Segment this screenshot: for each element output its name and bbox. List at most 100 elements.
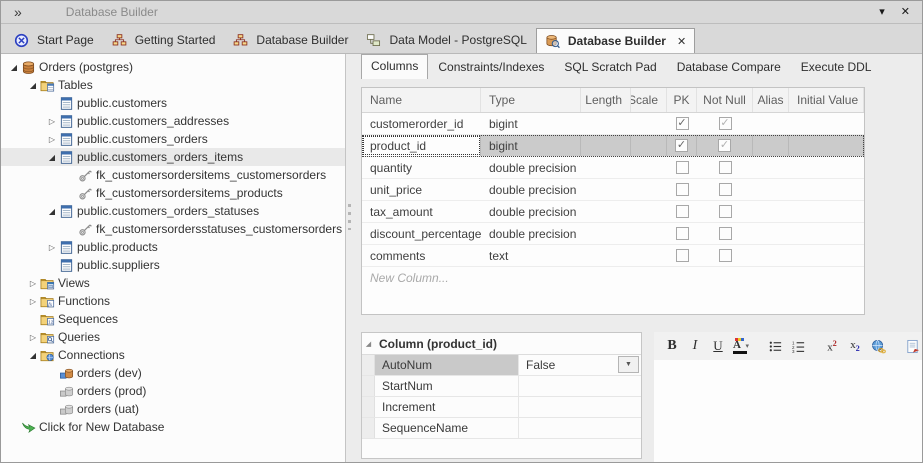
column-row-tax-amount[interactable]: tax_amountdouble precision [362, 201, 864, 223]
length-cell[interactable] [581, 179, 631, 200]
type-cell[interactable]: text [481, 245, 581, 266]
insert-document-button[interactable] [902, 336, 922, 357]
expand-icon[interactable]: ▷ [26, 297, 40, 306]
scale-cell[interactable] [631, 135, 667, 156]
tree-item-tables[interactable]: ◢Tables [1, 76, 345, 94]
tab-database-compare[interactable]: Database Compare [667, 56, 791, 79]
length-cell[interactable] [581, 135, 631, 156]
property-row-autonum[interactable]: AutoNumFalse▼ [362, 355, 641, 376]
new-column-row[interactable]: New Column... [362, 267, 864, 289]
alias-cell[interactable] [753, 135, 789, 156]
type-cell[interactable]: double precision [481, 201, 581, 222]
length-cell[interactable] [581, 113, 631, 134]
doc-tab-getting-started[interactable]: Getting Started [103, 27, 225, 53]
checked-checkbox[interactable] [719, 117, 732, 130]
column-row-unit-price[interactable]: unit_pricedouble precision [362, 179, 864, 201]
scale-cell[interactable] [631, 179, 667, 200]
expand-icon[interactable]: ▷ [45, 243, 59, 252]
property-value[interactable] [519, 376, 641, 396]
name-cell[interactable]: customerorder_id [362, 113, 481, 134]
numbered-list-button[interactable]: 123 [788, 336, 808, 357]
alias-cell[interactable] [753, 157, 789, 178]
tree-item-sequences[interactable]: 12Sequences [1, 310, 345, 328]
name-cell[interactable]: quantity [362, 157, 481, 178]
unchecked-checkbox[interactable] [719, 183, 732, 196]
doc-tab-data-model-postgresql[interactable]: Data Model - PostgreSQL [357, 27, 535, 53]
type-cell[interactable]: bigint [481, 135, 581, 156]
doc-tab-start-page[interactable]: Start Page [5, 27, 103, 53]
initial-value-cell[interactable] [789, 245, 864, 266]
tree-item-public-customers-orders[interactable]: ▷public.customers_orders [1, 130, 345, 148]
tree-item-connections[interactable]: ◢Connections [1, 346, 345, 364]
name-cell[interactable]: tax_amount [362, 201, 481, 222]
initial-value-cell[interactable] [789, 223, 864, 244]
scale-cell[interactable] [631, 201, 667, 222]
unchecked-checkbox[interactable] [719, 249, 732, 262]
notes-content[interactable] [654, 360, 922, 462]
tree-item-orders-uat[interactable]: orders (uat) [1, 400, 345, 418]
expand-icon[interactable]: ▷ [45, 117, 59, 126]
tree-item-fk-customersordersitems-customersorders[interactable]: fk_customersordersitems_customersorders [1, 166, 345, 184]
unchecked-checkbox[interactable] [676, 227, 689, 240]
length-cell[interactable] [581, 223, 631, 244]
property-value[interactable]: False▼ [519, 355, 641, 375]
property-value[interactable] [519, 397, 641, 417]
property-value[interactable] [519, 418, 641, 438]
collapse-icon[interactable]: ◢ [45, 207, 59, 216]
superscript-button[interactable]: x2 [822, 336, 842, 357]
initial-value-cell[interactable] [789, 157, 864, 178]
tab-constraints-indexes[interactable]: Constraints/Indexes [428, 56, 554, 79]
checked-checkbox[interactable] [675, 139, 688, 152]
checked-checkbox[interactable] [676, 117, 689, 130]
alias-cell[interactable] [753, 223, 789, 244]
tree-item-public-customers-addresses[interactable]: ▷public.customers_addresses [1, 112, 345, 130]
expand-icon[interactable]: ▷ [45, 135, 59, 144]
alias-cell[interactable] [753, 113, 789, 134]
collapse-icon[interactable]: ◢ [26, 351, 40, 360]
scale-cell[interactable] [631, 223, 667, 244]
close-tab-icon[interactable]: ✕ [677, 35, 686, 48]
initial-value-cell[interactable] [789, 113, 864, 134]
initial-value-cell[interactable] [789, 135, 864, 156]
name-cell[interactable]: unit_price [362, 179, 481, 200]
window-menu-icon[interactable]: ▾ [879, 7, 885, 18]
tree-item-public-customers-orders-items[interactable]: ◢public.customers_orders_items [1, 148, 345, 166]
unchecked-checkbox[interactable] [676, 205, 689, 218]
tree-item-public-products[interactable]: ▷public.products [1, 238, 345, 256]
font-color-button[interactable]: A▾ [731, 336, 751, 357]
tree-item-fk-customersordersitems-products[interactable]: fk_customersordersitems_products [1, 184, 345, 202]
tree-item-orders-postgres[interactable]: ◢Orders (postgres) [1, 58, 345, 76]
underline-button[interactable]: U [708, 336, 728, 357]
column-row-discount-percentage[interactable]: discount_percentagedouble precision [362, 223, 864, 245]
name-cell[interactable]: discount_percentage [362, 223, 481, 244]
name-cell[interactable]: comments [362, 245, 481, 266]
property-row-increment[interactable]: Increment [362, 397, 641, 418]
alias-cell[interactable] [753, 245, 789, 266]
length-cell[interactable] [581, 245, 631, 266]
type-cell[interactable]: bigint [481, 113, 581, 134]
length-cell[interactable] [581, 157, 631, 178]
dropdown-button[interactable]: ▼ [618, 356, 639, 373]
tree-item-functions[interactable]: ▷fxFunctions [1, 292, 345, 310]
tree-item-click-for-new-database[interactable]: Click for New Database [1, 418, 345, 436]
scale-cell[interactable] [631, 157, 667, 178]
initial-value-cell[interactable] [789, 179, 864, 200]
bullet-list-button[interactable] [765, 336, 785, 357]
column-row-quantity[interactable]: quantitydouble precision [362, 157, 864, 179]
tab-execute-ddl[interactable]: Execute DDL [791, 56, 882, 79]
expand-icon[interactable]: ▷ [26, 333, 40, 342]
name-cell[interactable]: product_id [362, 135, 481, 156]
tree-item-public-suppliers[interactable]: public.suppliers [1, 256, 345, 274]
property-row-startnum[interactable]: StartNum [362, 376, 641, 397]
tab-sql-scratch-pad[interactable]: SQL Scratch Pad [554, 56, 666, 79]
unchecked-checkbox[interactable] [676, 249, 689, 262]
scale-cell[interactable] [631, 245, 667, 266]
unchecked-checkbox[interactable] [676, 161, 689, 174]
column-row-product-id[interactable]: product_idbigint [362, 135, 864, 157]
column-row-customerorder-id[interactable]: customerorder_idbigint [362, 113, 864, 135]
column-row-comments[interactable]: commentstext [362, 245, 864, 267]
collapse-icon[interactable]: ◢ [45, 153, 59, 162]
scale-cell[interactable] [631, 113, 667, 134]
unchecked-checkbox[interactable] [719, 227, 732, 240]
tree-item-queries[interactable]: ▷Queries [1, 328, 345, 346]
